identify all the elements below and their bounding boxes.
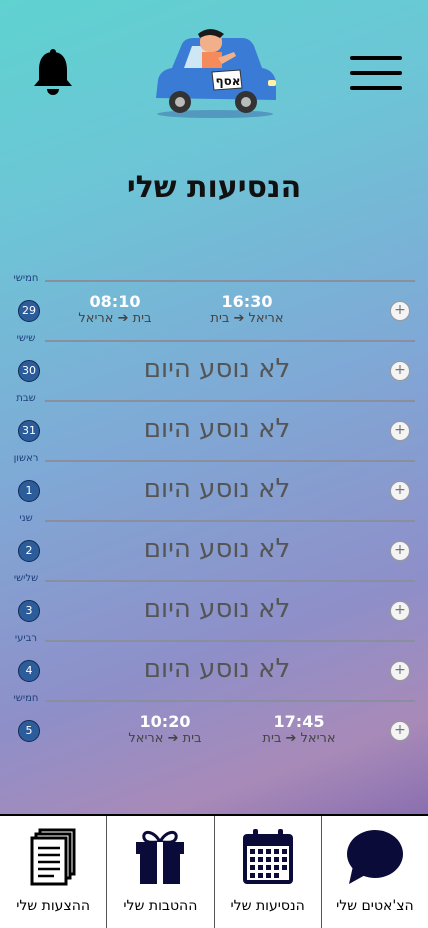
ride-time: 08:10: [89, 292, 141, 311]
day-name: שישי: [16, 333, 36, 344]
calendar-icon: [242, 829, 293, 884]
day-row: שישי 30 לא נוסע היום +: [0, 333, 428, 400]
tab-label: הצ'אטים שלי: [336, 898, 414, 914]
divider: [45, 640, 415, 642]
tab-label: הנסיעות שלי: [230, 898, 305, 914]
day-row: שבת 31 לא נוסע היום +: [0, 393, 428, 460]
logo-text: אסף: [216, 74, 241, 88]
no-ride-status: לא נוסע היום: [143, 534, 291, 564]
add-ride-button[interactable]: +: [390, 601, 410, 621]
no-ride-status: לא נוסע היום: [143, 474, 291, 504]
ride-card[interactable]: 08:10 בית ➔ אריאל: [50, 292, 180, 326]
gift-icon: [136, 831, 185, 884]
tab-my-rides[interactable]: הנסיעות שלי: [213, 816, 321, 928]
divider: [45, 580, 415, 582]
tab-label: ההצעות שלי: [16, 898, 91, 914]
hamburger-menu-icon[interactable]: [350, 56, 402, 92]
add-ride-button[interactable]: +: [390, 361, 410, 381]
chat-bubble-icon: [346, 830, 403, 884]
ride-card[interactable]: 17:45 אריאל ➔ בית: [234, 712, 364, 746]
tab-my-offers[interactable]: ההצעות שלי: [0, 816, 106, 928]
ride-route: בית ➔ אריאל: [128, 731, 202, 746]
documents-icon: [30, 828, 76, 886]
day-name: שבת: [16, 393, 36, 404]
ride-route: אריאל ➔ בית: [210, 311, 284, 326]
date-badge: 5: [18, 720, 40, 742]
divider: [45, 460, 415, 462]
ride-time: 16:30: [221, 292, 273, 311]
add-ride-button[interactable]: +: [390, 421, 410, 441]
ride-card[interactable]: 16:30 אריאל ➔ בית: [182, 292, 312, 326]
ride-time: 10:20: [139, 712, 191, 731]
no-ride-status: לא נוסע היום: [143, 654, 291, 684]
day-name: שני: [19, 513, 33, 524]
divider: [45, 340, 415, 342]
day-row: שלישי 3 לא נוסע היום +: [0, 573, 428, 640]
tab-my-chats[interactable]: הצ'אטים שלי: [320, 816, 428, 928]
no-ride-status: לא נוסע היום: [143, 594, 291, 624]
add-ride-button[interactable]: +: [390, 721, 410, 741]
divider: [45, 280, 415, 282]
main-screen: אסף הנסיעות שלי חמישי 29 08:10 בית ➔ ארי…: [0, 0, 428, 815]
divider: [45, 700, 415, 702]
bell-icon[interactable]: [30, 48, 76, 98]
ride-route: אריאל ➔ בית: [262, 731, 336, 746]
day-name: חמישי: [13, 273, 39, 284]
no-ride-status: לא נוסע היום: [143, 414, 291, 444]
add-ride-button[interactable]: +: [390, 301, 410, 321]
day-row: רביעי 4 לא נוסע היום +: [0, 633, 428, 700]
day-name: שלישי: [13, 573, 39, 584]
day-name: רביעי: [14, 633, 38, 644]
day-row: חמישי 29 08:10 בית ➔ אריאל 16:30 אריאל ➔…: [0, 273, 428, 340]
ride-time: 17:45: [273, 712, 325, 731]
day-row: שני 2 לא נוסע היום +: [0, 513, 428, 580]
add-ride-button[interactable]: +: [390, 481, 410, 501]
ride-route: בית ➔ אריאל: [78, 311, 152, 326]
add-ride-button[interactable]: +: [390, 541, 410, 561]
add-ride-button[interactable]: +: [390, 661, 410, 681]
divider: [45, 520, 415, 522]
tab-label: ההטבות שלי: [123, 898, 198, 914]
day-row: ראשון 1 לא נוסע היום +: [0, 453, 428, 520]
page-title: הנסיעות שלי: [126, 170, 302, 205]
divider: [45, 400, 415, 402]
day-row: חמישי 5 10:20 בית ➔ אריאל 17:45 אריאל ➔ …: [0, 693, 428, 760]
ride-card[interactable]: 10:20 בית ➔ אריאל: [100, 712, 230, 746]
day-name: חמישי: [13, 693, 39, 704]
day-name: ראשון: [13, 453, 39, 464]
app-logo: אסף: [156, 29, 276, 118]
bottom-nav: ההצעות שלי ההטבות שלי הנסיעות שלי הצ'אטי…: [0, 814, 428, 928]
no-ride-status: לא נוסע היום: [143, 354, 291, 384]
date-badge: 29: [18, 300, 40, 322]
tab-my-benefits[interactable]: ההטבות שלי: [106, 816, 213, 928]
